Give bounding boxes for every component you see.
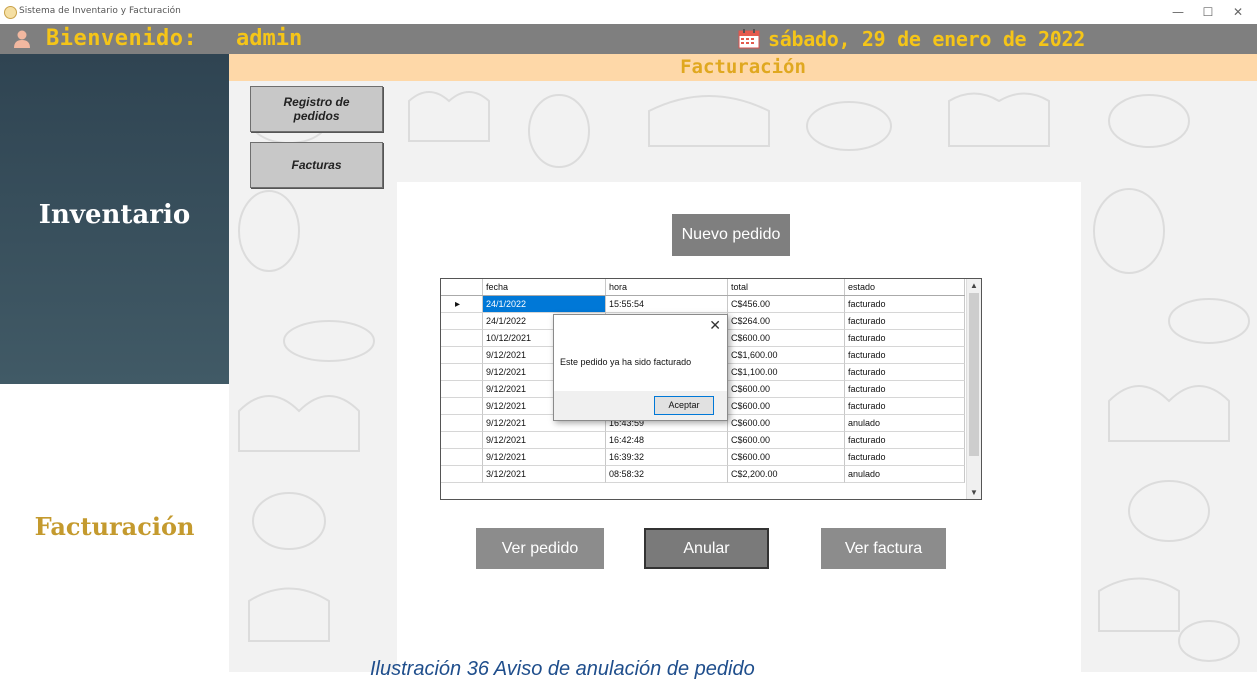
cell-estado[interactable]: facturado xyxy=(845,449,965,466)
cell-estado[interactable]: facturado xyxy=(845,313,965,330)
anular-button[interactable]: Anular xyxy=(644,528,769,569)
cell-estado[interactable]: facturado xyxy=(845,330,965,347)
cell-estado[interactable]: facturado xyxy=(845,381,965,398)
row-header[interactable] xyxy=(441,347,483,364)
cell-total[interactable]: C$2,200.00 xyxy=(728,466,845,483)
table-header: fecha hora total estado xyxy=(441,279,965,296)
section-header: Facturación xyxy=(229,54,1257,81)
row-header[interactable] xyxy=(441,449,483,466)
row-selector-arrow-icon[interactable]: ▸ xyxy=(441,296,483,313)
nav-inventario[interactable]: Inventario xyxy=(0,200,229,230)
app-icon xyxy=(4,6,17,19)
registro-label-line1: Registro de xyxy=(283,95,350,109)
cell-estado[interactable]: anulado xyxy=(845,415,965,432)
row-header[interactable] xyxy=(441,364,483,381)
dialog-close-icon[interactable]: ✕ xyxy=(709,317,721,334)
column-header-total[interactable]: total xyxy=(728,279,845,295)
column-header-hora[interactable]: hora xyxy=(606,279,728,295)
cell-total[interactable]: C$600.00 xyxy=(728,330,845,347)
current-date: sábado, 29 de enero de 2022 xyxy=(768,27,1086,51)
facturas-button[interactable]: Facturas xyxy=(250,142,383,188)
row-header[interactable] xyxy=(441,381,483,398)
ver-pedido-button[interactable]: Ver pedido xyxy=(476,528,604,569)
minimize-button[interactable]: — xyxy=(1163,3,1193,21)
maximize-button[interactable]: ☐ xyxy=(1193,3,1223,21)
cell-hora[interactable]: 16:39:32 xyxy=(606,449,728,466)
welcome-label: Bienvenido: xyxy=(46,26,198,51)
window-titlebar: Sistema de Inventario y Facturación — ☐ … xyxy=(0,0,1257,24)
cell-total[interactable]: C$600.00 xyxy=(728,432,845,449)
cell-estado[interactable]: facturado xyxy=(845,364,965,381)
close-window-button[interactable]: ✕ xyxy=(1223,3,1253,21)
cell-estado[interactable]: facturado xyxy=(845,398,965,415)
cell-estado[interactable]: facturado xyxy=(845,432,965,449)
scroll-down-icon[interactable]: ▼ xyxy=(967,486,981,499)
column-header-estado[interactable]: estado xyxy=(845,279,965,295)
row-header[interactable] xyxy=(441,415,483,432)
ver-factura-button[interactable]: Ver factura xyxy=(821,528,946,569)
row-header-corner xyxy=(441,279,483,295)
username-label: admin xyxy=(236,26,303,51)
dialog-message: Este pedido ya ha sido facturado xyxy=(560,357,692,367)
cell-fecha[interactable]: 24/1/2022 xyxy=(483,296,606,313)
dialog-footer: Aceptar xyxy=(554,391,727,420)
main-content: Facturación Registro de pedidos Facturas… xyxy=(229,54,1257,672)
cell-hora[interactable]: 08:58:32 xyxy=(606,466,728,483)
registro-pedidos-button[interactable]: Registro de pedidos xyxy=(250,86,383,132)
cell-total[interactable]: C$600.00 xyxy=(728,398,845,415)
cell-fecha[interactable]: 9/12/2021 xyxy=(483,432,606,449)
nuevo-pedido-button[interactable]: Nuevo pedido xyxy=(672,214,790,256)
cell-estado[interactable]: facturado xyxy=(845,296,965,313)
scroll-up-icon[interactable]: ▲ xyxy=(967,279,981,292)
cell-total[interactable]: C$600.00 xyxy=(728,415,845,432)
column-header-fecha[interactable]: fecha xyxy=(483,279,606,295)
row-header[interactable] xyxy=(441,398,483,415)
row-header[interactable] xyxy=(441,466,483,483)
user-icon xyxy=(14,30,30,48)
header-bar: Bienvenido: admin sábado, 29 de enero de… xyxy=(0,24,1257,54)
cell-total[interactable]: C$456.00 xyxy=(728,296,845,313)
cell-total[interactable]: C$1,600.00 xyxy=(728,347,845,364)
cell-hora[interactable]: 16:42:48 xyxy=(606,432,728,449)
calendar-icon xyxy=(738,29,760,49)
cell-total[interactable]: C$264.00 xyxy=(728,313,845,330)
cell-total[interactable]: C$1,100.00 xyxy=(728,364,845,381)
table-scrollbar[interactable]: ▲ ▼ xyxy=(966,279,981,499)
cell-total[interactable]: C$600.00 xyxy=(728,381,845,398)
window-title: Sistema de Inventario y Facturación xyxy=(19,6,181,16)
dialog-ok-button[interactable]: Aceptar xyxy=(654,396,714,415)
row-header[interactable] xyxy=(441,432,483,449)
scrollbar-thumb[interactable] xyxy=(969,293,979,456)
cell-estado[interactable]: facturado xyxy=(845,347,965,364)
facturas-label: Facturas xyxy=(291,158,342,172)
figure-caption: Ilustración 36 Aviso de anulación de ped… xyxy=(370,658,755,680)
row-header[interactable] xyxy=(441,313,483,330)
cell-estado[interactable]: anulado xyxy=(845,466,965,483)
cell-fecha[interactable]: 9/12/2021 xyxy=(483,449,606,466)
cell-total[interactable]: C$600.00 xyxy=(728,449,845,466)
cell-hora[interactable]: 15:55:54 xyxy=(606,296,728,313)
nav-facturacion[interactable]: Facturación xyxy=(0,512,229,541)
registro-label-line2: pedidos xyxy=(293,109,340,123)
cell-fecha[interactable]: 3/12/2021 xyxy=(483,466,606,483)
section-title: Facturación xyxy=(680,56,806,78)
row-header[interactable] xyxy=(441,330,483,347)
message-dialog: ✕ Este pedido ya ha sido facturado Acept… xyxy=(553,314,728,421)
